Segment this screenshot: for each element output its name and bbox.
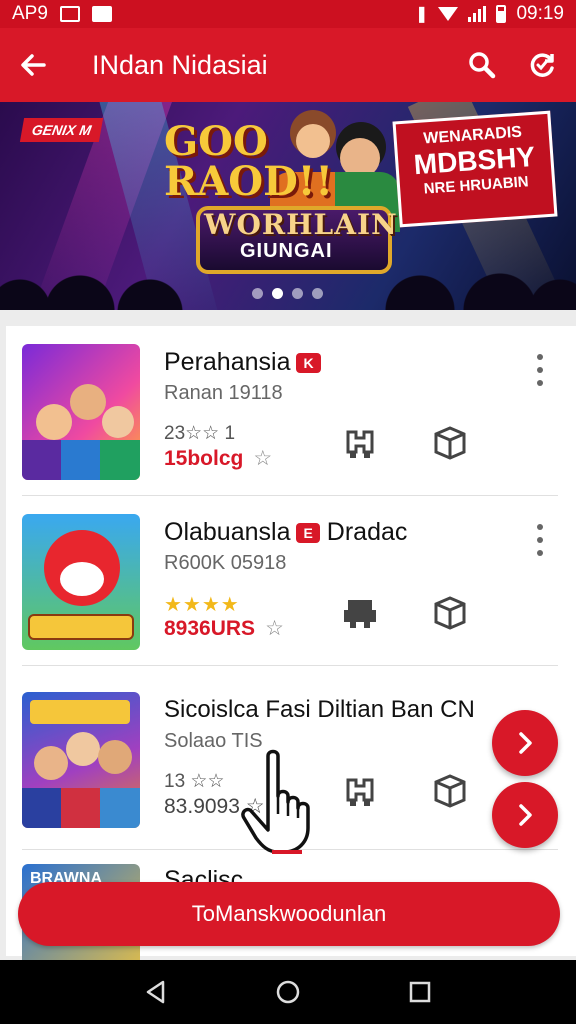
thumb-title	[30, 700, 130, 724]
carousel-dot[interactable]	[312, 288, 323, 299]
arrow-back-icon	[21, 54, 46, 76]
app-name: Perahansia K	[164, 348, 321, 377]
app-price: 15bolcg ☆	[164, 446, 272, 471]
chevron-right-icon	[519, 732, 532, 754]
controller-icon[interactable]	[340, 422, 380, 462]
signal-icon	[468, 6, 487, 22]
list-item[interactable]: Olabuansla E Dradac R600K 05918 ★★★★ 8936…	[6, 496, 576, 666]
forward-fab-button[interactable]	[492, 782, 558, 848]
box-icon[interactable]	[430, 592, 470, 632]
app-bar: INdan Nidasiai	[0, 28, 576, 102]
app-price: 8936URS ☆	[164, 616, 284, 641]
banner-headline: GOO RAOD!!	[164, 118, 333, 205]
thumb-face	[66, 732, 100, 766]
status-bar: AP9 ❚ 09:19	[0, 0, 576, 28]
app-badge: K	[296, 353, 321, 374]
app-thumbnail	[22, 692, 140, 828]
app-name-text: Perahansia	[164, 348, 291, 376]
carrier-text: AP9	[12, 3, 48, 24]
vibrate-icon: ❚	[415, 6, 429, 23]
nav-home-icon[interactable]	[275, 979, 301, 1005]
overflow-menu-button[interactable]	[528, 350, 552, 390]
app-name-suffix: Dradac	[326, 518, 408, 546]
app-rating: 23☆☆ 1	[164, 423, 236, 444]
clock: 09:19	[516, 3, 564, 24]
app-rating: 13 ☆☆	[164, 771, 225, 792]
app-rating: ★★★★	[164, 592, 240, 617]
search-icon	[469, 52, 496, 79]
thumb-face	[34, 746, 68, 780]
thumb-face	[102, 406, 134, 438]
thumb-bodies	[22, 440, 140, 480]
screen: AP9 ❚ 09:19 INdan Nidasiai GENIX M GOO R…	[0, 0, 576, 1024]
refresh-icon	[530, 53, 554, 77]
list-item[interactable]: Perahansia K Ranan 19118 23☆☆ 1 15bolcg ☆	[6, 326, 576, 496]
app-price-text: 8936URS	[164, 617, 256, 640]
promo-banner[interactable]: GENIX M GOO RAOD!! WORHLAIN GIUNGAI WENA…	[0, 102, 576, 310]
primary-action-button[interactable]: ToManskwoodunlan	[18, 882, 560, 946]
app-name-text: Olabuansla	[164, 518, 291, 546]
next-fab-button[interactable]	[492, 710, 558, 776]
app-name: Sicoislca Fasi Diltian Ban CN	[164, 696, 475, 723]
star-outline-icon[interactable]: ☆	[265, 617, 284, 640]
star-outline-icon[interactable]: ☆	[253, 447, 272, 470]
back-button[interactable]	[0, 28, 66, 102]
banner-tag: GENIX M	[19, 118, 104, 142]
rating-stars: ★★★★	[164, 594, 240, 616]
controller-icon[interactable]	[340, 770, 380, 810]
battery-icon	[496, 5, 507, 23]
divider	[22, 665, 558, 666]
chevron-right-icon	[519, 804, 532, 826]
wifi-icon	[438, 7, 459, 21]
thumb-bodies	[22, 788, 140, 828]
thumb-face	[36, 404, 72, 440]
image-notification-icon	[59, 6, 80, 22]
app-notification-icon	[91, 6, 112, 22]
refresh-button[interactable]	[522, 45, 562, 85]
app-meta: R600K 05918	[164, 552, 287, 574]
app-thumbnail	[22, 344, 140, 480]
banner-subtitle2: GIUNGAI	[240, 240, 333, 262]
search-button[interactable]	[462, 45, 502, 85]
thumb-face	[98, 740, 132, 774]
thumb-label	[28, 614, 134, 640]
banner-subtitle1: WORHLAIN	[204, 208, 398, 241]
app-list: Perahansia K Ranan 19118 23☆☆ 1 15bolcg ☆ …	[6, 326, 576, 1000]
printer-icon[interactable]	[340, 592, 380, 632]
thumb-face	[70, 384, 106, 420]
box-icon[interactable]	[430, 422, 470, 462]
thumb-mascot-face	[60, 562, 104, 596]
carousel-indicator	[252, 288, 323, 299]
system-nav-bar	[0, 960, 576, 1024]
carousel-dot-active[interactable]	[272, 288, 283, 299]
nav-recents-icon[interactable]	[407, 979, 433, 1005]
nav-back-icon[interactable]	[143, 979, 169, 1005]
app-name: Olabuansla E Dradac	[164, 518, 407, 547]
app-thumbnail	[22, 514, 140, 650]
banner-promo-card: WENARADIS MDBSHY NRE HRUABIN	[392, 110, 558, 228]
app-price-text: 15bolcg	[164, 447, 244, 470]
carousel-dot[interactable]	[292, 288, 303, 299]
page-title: INdan Nidasiai	[92, 49, 268, 80]
pointer-hand-icon	[241, 749, 310, 854]
box-icon[interactable]	[430, 770, 470, 810]
app-meta: Ranan 19118	[164, 382, 283, 404]
carousel-dot[interactable]	[252, 288, 263, 299]
app-badge: E	[296, 523, 320, 544]
overflow-menu-button[interactable]	[528, 520, 552, 560]
